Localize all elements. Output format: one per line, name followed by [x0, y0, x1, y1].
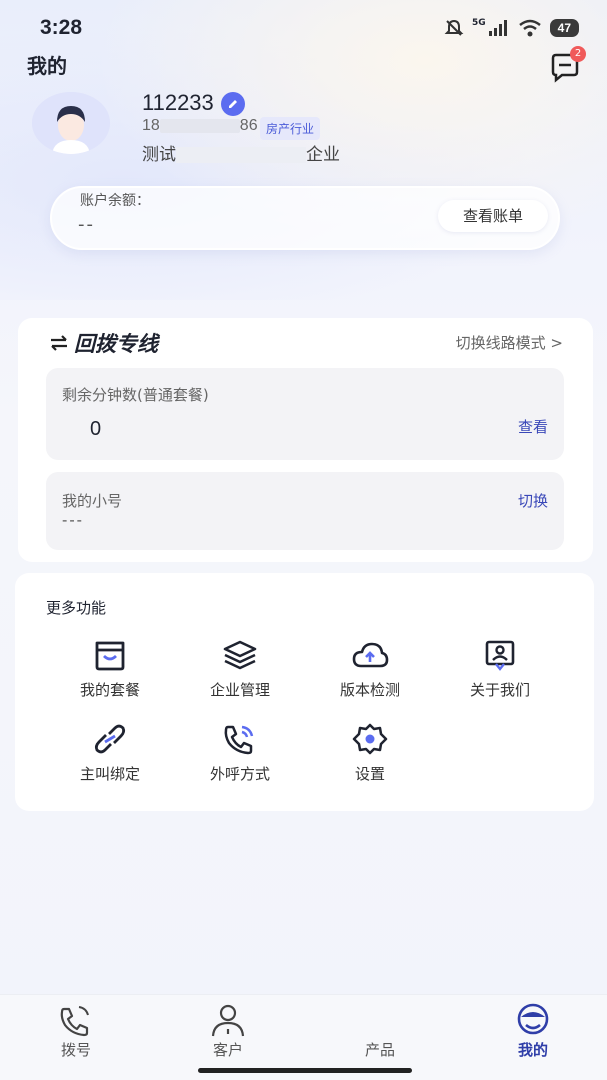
signal-icon	[488, 20, 507, 36]
remaining-minutes-panel: 剩余分钟数(普通套餐) 0 查看	[46, 368, 564, 460]
battery-indicator: 47	[549, 19, 579, 37]
page-title: 我的	[27, 54, 67, 78]
company-mask	[176, 147, 306, 163]
avatar[interactable]	[32, 92, 110, 154]
package-icon	[95, 641, 125, 671]
network-type: 5G	[471, 18, 486, 28]
username: 112233	[142, 90, 214, 115]
remaining-minutes-label: 剩余分钟数(普通套餐)	[62, 386, 209, 404]
function-outbound-mode[interactable]: 外呼方式	[175, 723, 305, 784]
function-settings[interactable]: 设置	[305, 723, 435, 784]
function-about-us[interactable]: 关于我们	[435, 639, 565, 700]
mute-icon	[444, 19, 464, 36]
balance-card: 账户余额： -- 查看账单	[50, 186, 560, 250]
status-bar: 3:28 5G 47	[0, 0, 607, 56]
mine-icon	[517, 1003, 549, 1035]
remaining-minutes-value: 0	[90, 418, 102, 440]
customer-icon	[211, 1004, 245, 1037]
callback-title: 回拨专线	[48, 328, 158, 358]
tab-mine[interactable]: 我的	[483, 1003, 583, 1060]
cloud-upload-icon	[352, 642, 389, 668]
my-number-value: ---	[62, 512, 84, 529]
more-functions-card: 更多功能 我的套餐 企业管理 版本检测 关于我们 主叫绑定 外呼方式 设置	[15, 573, 594, 811]
callback-card: 回拨专线 切换线路模式 > 剩余分钟数(普通套餐) 0 查看 我的小号 --- …	[18, 318, 593, 562]
view-minutes-link[interactable]: 查看	[518, 416, 548, 437]
company-name: 测试 企业	[142, 145, 340, 165]
tab-dial[interactable]: 拨号	[26, 1003, 126, 1060]
phone-number: 18 86	[142, 117, 258, 134]
more-functions-title: 更多功能	[46, 599, 107, 617]
edit-icon[interactable]	[221, 92, 245, 116]
my-number-panel: 我的小号 --- 切换	[46, 472, 564, 550]
tab-product[interactable]: 产品	[330, 1003, 430, 1060]
industry-tag: 房产行业	[260, 117, 321, 140]
switch-number-link[interactable]: 切换	[518, 490, 548, 511]
function-my-package[interactable]: 我的套餐	[45, 639, 175, 700]
balance-label: 账户余额：	[80, 193, 150, 209]
phone-call-icon	[224, 725, 254, 755]
avatar-illustration	[32, 92, 110, 154]
my-number-label: 我的小号	[62, 492, 123, 510]
phone-mask	[159, 118, 240, 133]
dial-icon	[60, 1006, 89, 1037]
about-icon	[485, 640, 515, 671]
switch-line-mode-link[interactable]: 切换线路模式 >	[456, 332, 563, 353]
balance-value: --	[78, 214, 95, 235]
status-time: 3:28	[40, 16, 83, 39]
home-indicator[interactable]	[198, 1068, 412, 1073]
view-bill-button[interactable]: 查看账单	[438, 200, 548, 232]
message-badge: 2	[570, 46, 586, 62]
message-button[interactable]: 2	[548, 46, 586, 84]
settings-icon	[352, 723, 388, 755]
link-icon	[94, 724, 126, 754]
status-icons: 5G 47	[444, 18, 579, 38]
function-caller-binding[interactable]: 主叫绑定	[45, 723, 175, 784]
wifi-icon	[518, 19, 541, 37]
tab-customer[interactable]: 客户	[178, 1003, 278, 1060]
product-icon	[360, 1003, 400, 1037]
swap-icon	[51, 335, 67, 351]
function-enterprise-management[interactable]: 企业管理	[175, 639, 305, 700]
layers-icon	[223, 640, 257, 670]
function-version-check[interactable]: 版本检测	[305, 639, 435, 700]
